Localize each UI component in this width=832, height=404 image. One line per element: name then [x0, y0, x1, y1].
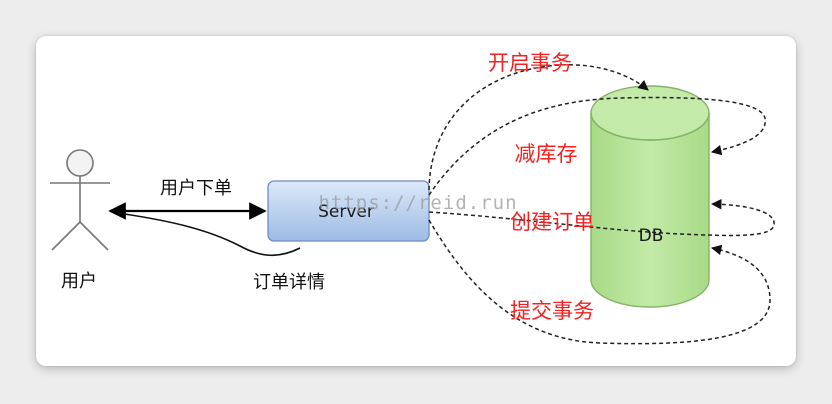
request-label: 用户下单: [160, 178, 232, 199]
watermark-text: https://reid.run: [318, 192, 517, 214]
step-1-label: 开启事务: [488, 51, 572, 75]
step-4-label: 提交事务: [510, 299, 594, 323]
step-2-label: 减库存: [515, 142, 578, 166]
diagram-canvas: Server DB 用户 用户下单 订单详情 开启事务 减库存 创建订单 提交事…: [0, 0, 832, 404]
diagram-svg: Server DB 用户 用户下单 订单详情 开启事务 减库存 创建订单 提交事…: [50, 51, 775, 345]
actor-label: 用户: [61, 271, 97, 292]
db-cylinder: [590, 85, 710, 308]
user-actor-icon: [50, 149, 110, 251]
step-3-label: 创建订单: [510, 210, 594, 234]
response-label: 订单详情: [253, 272, 325, 293]
db-label: DB: [639, 226, 664, 246]
